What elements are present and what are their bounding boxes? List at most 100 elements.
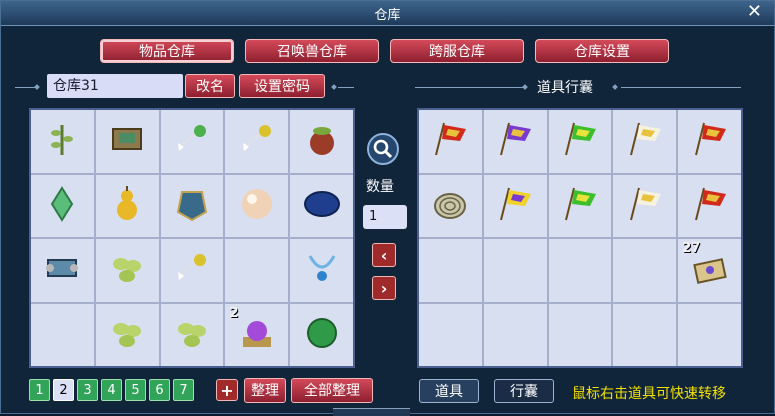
- move-left-button[interactable]: ‹: [372, 243, 396, 267]
- red-flag-icon: [430, 119, 470, 163]
- bag-slot[interactable]: [419, 239, 482, 302]
- bag-slot[interactable]: [548, 303, 612, 366]
- warehouse-slot[interactable]: [225, 239, 289, 302]
- sort-button[interactable]: 整理: [244, 378, 286, 403]
- page-button-1[interactable]: 1: [29, 379, 50, 401]
- page-button-7[interactable]: 7: [173, 379, 194, 401]
- warehouse-slot[interactable]: [31, 110, 94, 173]
- bag-slot[interactable]: [483, 110, 547, 173]
- shell-icon: [430, 184, 470, 228]
- gourd-icon: [107, 184, 147, 228]
- warehouse-slot[interactable]: [225, 110, 289, 173]
- green-flag-icon: [560, 184, 600, 228]
- bag-slot[interactable]: [483, 303, 547, 366]
- blue-moon-icon: [237, 248, 277, 292]
- green-gem-wand-icon: [172, 119, 212, 163]
- warehouse-slot[interactable]: [95, 303, 159, 366]
- add-page-button[interactable]: +: [216, 379, 238, 401]
- warehouse-slot[interactable]: [31, 303, 94, 366]
- warehouse-slot[interactable]: [290, 303, 353, 366]
- warehouse-slot[interactable]: [160, 174, 224, 237]
- warehouse-slot[interactable]: [31, 174, 94, 237]
- warehouse-slot[interactable]: [160, 303, 224, 366]
- green-crystal-icon: [42, 184, 82, 228]
- search-button[interactable]: [367, 133, 399, 165]
- bag-slot[interactable]: [548, 174, 612, 237]
- bag-slot[interactable]: [548, 239, 612, 302]
- warehouse-slot[interactable]: [95, 239, 159, 302]
- bag-slot[interactable]: [419, 303, 482, 366]
- move-right-button[interactable]: ›: [372, 276, 396, 300]
- warehouse-slot[interactable]: 2: [225, 303, 289, 366]
- pearl-icon: [237, 184, 277, 228]
- bag-slot[interactable]: [548, 110, 612, 173]
- bag-slot[interactable]: [678, 174, 741, 237]
- bag-slot[interactable]: [419, 174, 482, 237]
- count-input[interactable]: 1: [363, 205, 407, 229]
- bag-divider-right-dot: [612, 84, 618, 90]
- page-button-6[interactable]: 6: [149, 379, 170, 401]
- bag-slot[interactable]: [613, 174, 677, 237]
- blue-stone-icon: [302, 184, 342, 228]
- warehouse-slot[interactable]: [95, 110, 159, 173]
- warehouse-slot[interactable]: [290, 239, 353, 302]
- warehouse-grid: 2: [29, 108, 355, 368]
- warehouse-slot[interactable]: [290, 110, 353, 173]
- purple-orb-icon: [237, 313, 277, 357]
- green-jade-icon: [302, 313, 342, 357]
- bottom-handle: [333, 408, 410, 416]
- bag-slot[interactable]: [483, 239, 547, 302]
- red-flag-icon: [690, 119, 730, 163]
- tab-pet-warehouse[interactable]: 召唤兽仓库: [245, 39, 379, 63]
- red-flag-icon: [690, 184, 730, 228]
- bag-slot[interactable]: [483, 174, 547, 237]
- white-flag-icon: [625, 184, 665, 228]
- bag-tab-items[interactable]: 道具: [419, 379, 479, 403]
- bag-title: 道具行囊: [537, 80, 593, 96]
- warehouse-slot[interactable]: [160, 110, 224, 173]
- set-password-button[interactable]: 设置密码: [239, 74, 325, 98]
- bag-divider-left: [415, 87, 525, 88]
- warehouse-slot[interactable]: [225, 174, 289, 237]
- sprig-icon: [42, 119, 82, 163]
- window-title: 仓库: [374, 8, 401, 23]
- tab-cross-server-warehouse[interactable]: 跨服仓库: [390, 39, 524, 63]
- page-button-4[interactable]: 4: [101, 379, 122, 401]
- bag-divider-left-dot: [522, 84, 528, 90]
- search-icon: [373, 139, 393, 159]
- sort-all-button[interactable]: 全部整理: [291, 378, 373, 403]
- warehouse-slot[interactable]: [95, 174, 159, 237]
- left-divider-right: [338, 87, 354, 88]
- bag-grid: 27: [417, 108, 743, 368]
- chevron-right-icon: ›: [380, 279, 388, 298]
- bag-slot[interactable]: [419, 110, 482, 173]
- warehouse-slot[interactable]: [290, 174, 353, 237]
- bag-slot[interactable]: [678, 303, 741, 366]
- left-divider: [15, 87, 35, 88]
- page-button-3[interactable]: 3: [77, 379, 98, 401]
- warehouse-slot[interactable]: [160, 239, 224, 302]
- left-divider-dot-right: [331, 84, 337, 90]
- warehouse-slot[interactable]: [31, 239, 94, 302]
- rename-button[interactable]: 改名: [185, 74, 235, 98]
- item-count: 27: [682, 241, 701, 256]
- bag-slot[interactable]: [613, 303, 677, 366]
- purple-flag-icon: [495, 119, 535, 163]
- bag-slot[interactable]: 27: [678, 239, 741, 302]
- warehouse-window: 仓库 ✕ 物品仓库 召唤兽仓库 跨服仓库 仓库设置 仓库31 改名 设置密码 道…: [0, 0, 775, 416]
- tab-item-warehouse[interactable]: 物品仓库: [100, 39, 234, 63]
- coin-pot-icon: [302, 119, 342, 163]
- green-beans-icon: [107, 313, 147, 357]
- page-button-5[interactable]: 5: [125, 379, 146, 401]
- warehouse-name-field[interactable]: 仓库31: [47, 74, 183, 98]
- bag-divider-right: [621, 87, 741, 88]
- page-button-2[interactable]: 2: [53, 379, 74, 401]
- bag-tab-pack[interactable]: 行囊: [494, 379, 554, 403]
- bag-slot[interactable]: [613, 110, 677, 173]
- green-flag-icon: [560, 119, 600, 163]
- bag-slot[interactable]: [613, 239, 677, 302]
- close-icon[interactable]: ✕: [747, 1, 762, 22]
- tab-warehouse-settings[interactable]: 仓库设置: [535, 39, 669, 63]
- bag-slot[interactable]: [678, 110, 741, 173]
- armor-icon: [172, 184, 212, 228]
